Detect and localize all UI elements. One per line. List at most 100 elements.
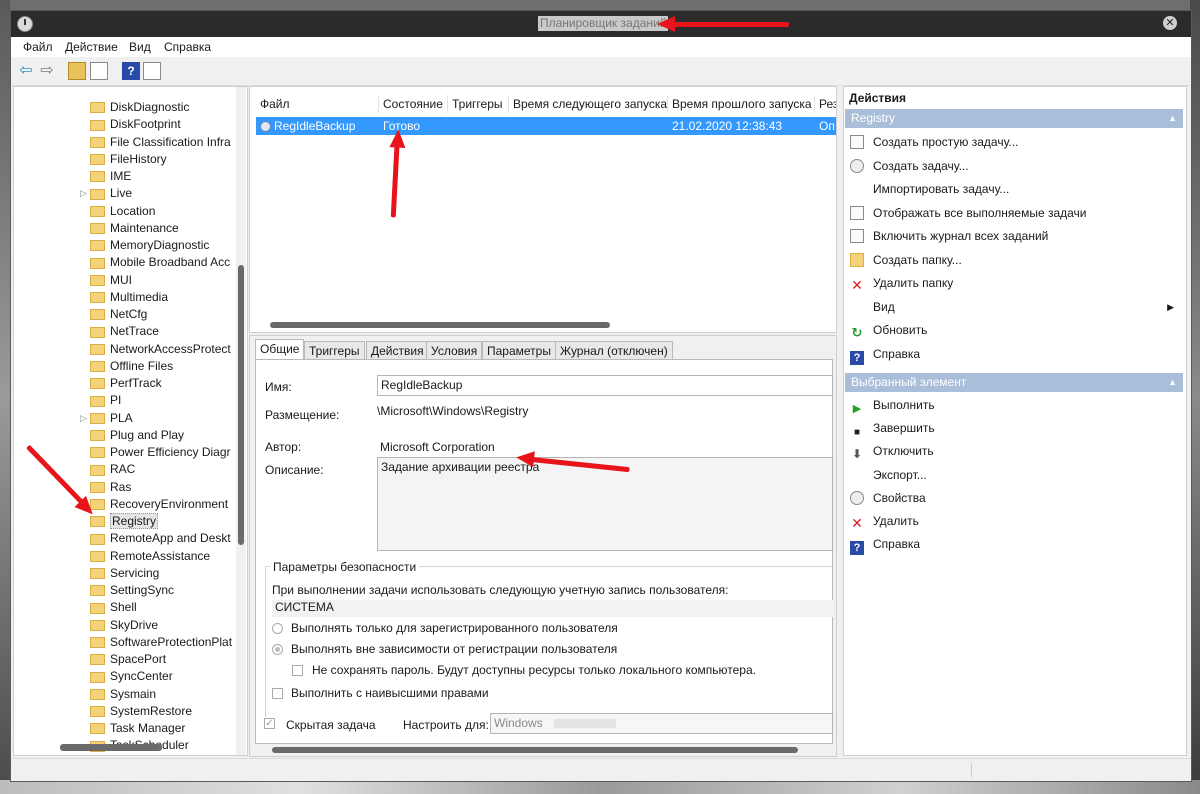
- action-item[interactable]: Создать задачу...: [850, 157, 1180, 175]
- actions-section-selected-item[interactable]: Выбранный элемент ▲: [845, 373, 1183, 392]
- tree-vertical-scrollbar[interactable]: [236, 87, 246, 755]
- tree-item[interactable]: DiskFootprint: [90, 116, 181, 133]
- action-item[interactable]: Импортировать задачу...: [850, 180, 1180, 198]
- action-item[interactable]: ✕ Удалить: [850, 512, 1180, 530]
- tab-general[interactable]: Общие: [255, 339, 305, 360]
- tree-item[interactable]: SyncCenter: [90, 668, 173, 685]
- action-item[interactable]: ⬇ Отключить: [850, 442, 1180, 461]
- tree-item[interactable]: Task Manager: [90, 720, 185, 737]
- column-next-run[interactable]: Время следующего запуска: [509, 95, 668, 113]
- column-last-run[interactable]: Время прошлого запуска: [668, 95, 815, 113]
- back-icon[interactable]: ⇦: [17, 62, 35, 80]
- tree-item[interactable]: SkyDrive: [90, 617, 158, 634]
- no-store-password-checkbox[interactable]: [292, 665, 303, 676]
- tree-item[interactable]: SoftwareProtectionPlat: [90, 634, 232, 651]
- action-item[interactable]: Включить журнал всех заданий: [850, 227, 1180, 245]
- action-item[interactable]: Отображать все выполняемые задачи: [850, 204, 1180, 222]
- description-field[interactable]: Задание архивации реестра: [377, 457, 833, 551]
- tree-item[interactable]: SpacePort: [90, 651, 166, 668]
- column-name[interactable]: Файл: [256, 95, 379, 113]
- tab-triggers[interactable]: Триггеры: [304, 341, 365, 359]
- action-item[interactable]: ■ Завершить: [850, 419, 1180, 438]
- action-pane-icon[interactable]: [143, 62, 161, 80]
- menu-view[interactable]: Вид: [129, 40, 151, 54]
- tree-item[interactable]: RecoveryEnvironment: [90, 496, 228, 513]
- tree-item[interactable]: NetCfg: [90, 306, 147, 323]
- action-item[interactable]: Экспорт...: [850, 466, 1180, 484]
- configure-for-select[interactable]: Windows: [490, 713, 833, 734]
- expand-icon[interactable]: ▷: [80, 185, 87, 202]
- tree-item[interactable]: Sysmain: [90, 686, 156, 703]
- action-item[interactable]: Вид ▶: [850, 298, 1180, 316]
- action-item[interactable]: Создать папку...: [850, 251, 1180, 269]
- tree-item[interactable]: NetworkAccessProtect: [90, 341, 231, 358]
- tree-item[interactable]: File Classification Infra: [90, 134, 231, 151]
- tree-item[interactable]: RAC: [90, 461, 135, 478]
- configure-for-value: Windows: [494, 716, 543, 730]
- tree-item[interactable]: Ras: [90, 479, 131, 496]
- tree-item[interactable]: Shell: [90, 599, 137, 616]
- tree-item[interactable]: DiskDiagnostic: [90, 99, 189, 116]
- tree-item[interactable]: RemoteAssistance: [90, 548, 210, 565]
- tree-item-label: File Classification Infra: [110, 134, 231, 149]
- collapse-icon[interactable]: ▲: [1168, 373, 1177, 392]
- tree-item[interactable]: IME: [90, 168, 131, 185]
- tree-item[interactable]: ▷ PLA: [80, 410, 133, 427]
- tab-actions[interactable]: Действия: [366, 341, 429, 359]
- action-item[interactable]: ▶ Выполнить: [850, 396, 1180, 415]
- action-item[interactable]: ? Справка: [850, 535, 1180, 556]
- radio-always[interactable]: [272, 644, 283, 655]
- highest-privileges-checkbox[interactable]: [272, 688, 283, 699]
- tree-item[interactable]: Maintenance: [90, 220, 179, 237]
- forward-icon[interactable]: ⇨: [38, 62, 56, 80]
- tree-item[interactable]: Servicing: [90, 565, 159, 582]
- tree-item[interactable]: Power Efficiency Diagr: [90, 444, 231, 461]
- column-result[interactable]: Рез: [815, 95, 836, 113]
- detail-horizontal-scroll-thumb[interactable]: [272, 747, 798, 753]
- tab-settings[interactable]: Параметры: [482, 341, 556, 359]
- tree-item[interactable]: Location: [90, 203, 155, 220]
- tree-item[interactable]: RemoteApp and Deskt: [90, 530, 231, 547]
- menu-help[interactable]: Справка: [164, 40, 211, 54]
- help-icon[interactable]: ?: [122, 62, 140, 80]
- tree-item[interactable]: PI: [90, 392, 121, 409]
- tree-item[interactable]: MUI: [90, 272, 132, 289]
- show-hide-tree-icon[interactable]: [90, 62, 108, 80]
- action-item[interactable]: Свойства: [850, 489, 1180, 507]
- tasks-horizontal-scroll-thumb[interactable]: [270, 322, 610, 328]
- close-button[interactable]: ✕: [1163, 16, 1177, 30]
- task-row[interactable]: RegIdleBackup Готово 21.02.2020 12:38:43…: [256, 117, 836, 135]
- tree-item[interactable]: NetTrace: [90, 323, 159, 340]
- folder-up-icon[interactable]: [68, 62, 86, 80]
- tree-item[interactable]: Offline Files: [90, 358, 173, 375]
- action-item[interactable]: ↻ Обновить: [850, 321, 1180, 340]
- name-field[interactable]: RegIdleBackup: [377, 375, 833, 396]
- column-triggers[interactable]: Триггеры: [448, 95, 509, 113]
- action-item[interactable]: ✕ Удалить папку: [850, 274, 1180, 292]
- tree-item[interactable]: Registry: [90, 513, 159, 530]
- tree-horizontal-scroll-thumb[interactable]: [60, 744, 162, 751]
- tab-history[interactable]: Журнал (отключен): [555, 341, 673, 359]
- folder-icon: [90, 292, 105, 304]
- radio-logged-on-only[interactable]: [272, 623, 283, 634]
- action-item[interactable]: ? Справка: [850, 345, 1180, 365]
- menu-action[interactable]: Действие: [65, 40, 118, 54]
- actions-section-registry[interactable]: Registry ▲: [845, 109, 1183, 128]
- tree-item[interactable]: Plug and Play: [90, 427, 184, 444]
- column-status[interactable]: Состояние: [379, 95, 448, 113]
- tab-conditions[interactable]: Условия: [426, 341, 483, 359]
- tree-item[interactable]: Multimedia: [90, 289, 168, 306]
- tree-item[interactable]: SettingSync: [90, 582, 174, 599]
- tree-item[interactable]: ▷ Live: [80, 185, 132, 202]
- collapse-icon[interactable]: ▲: [1168, 109, 1177, 128]
- tree-item[interactable]: PerfTrack: [90, 375, 162, 392]
- tree-item[interactable]: MemoryDiagnostic: [90, 237, 209, 254]
- tree-item[interactable]: Mobile Broadband Acc: [90, 254, 230, 271]
- tree-scroll-thumb[interactable]: [238, 265, 244, 545]
- expand-icon[interactable]: ▷: [80, 410, 87, 427]
- tree-item[interactable]: SystemRestore: [90, 703, 192, 720]
- tree-item[interactable]: FileHistory: [90, 151, 167, 168]
- menu-file[interactable]: Файл: [23, 40, 53, 54]
- hidden-task-checkbox[interactable]: ✓: [264, 718, 275, 729]
- action-item[interactable]: Создать простую задачу...: [850, 133, 1180, 151]
